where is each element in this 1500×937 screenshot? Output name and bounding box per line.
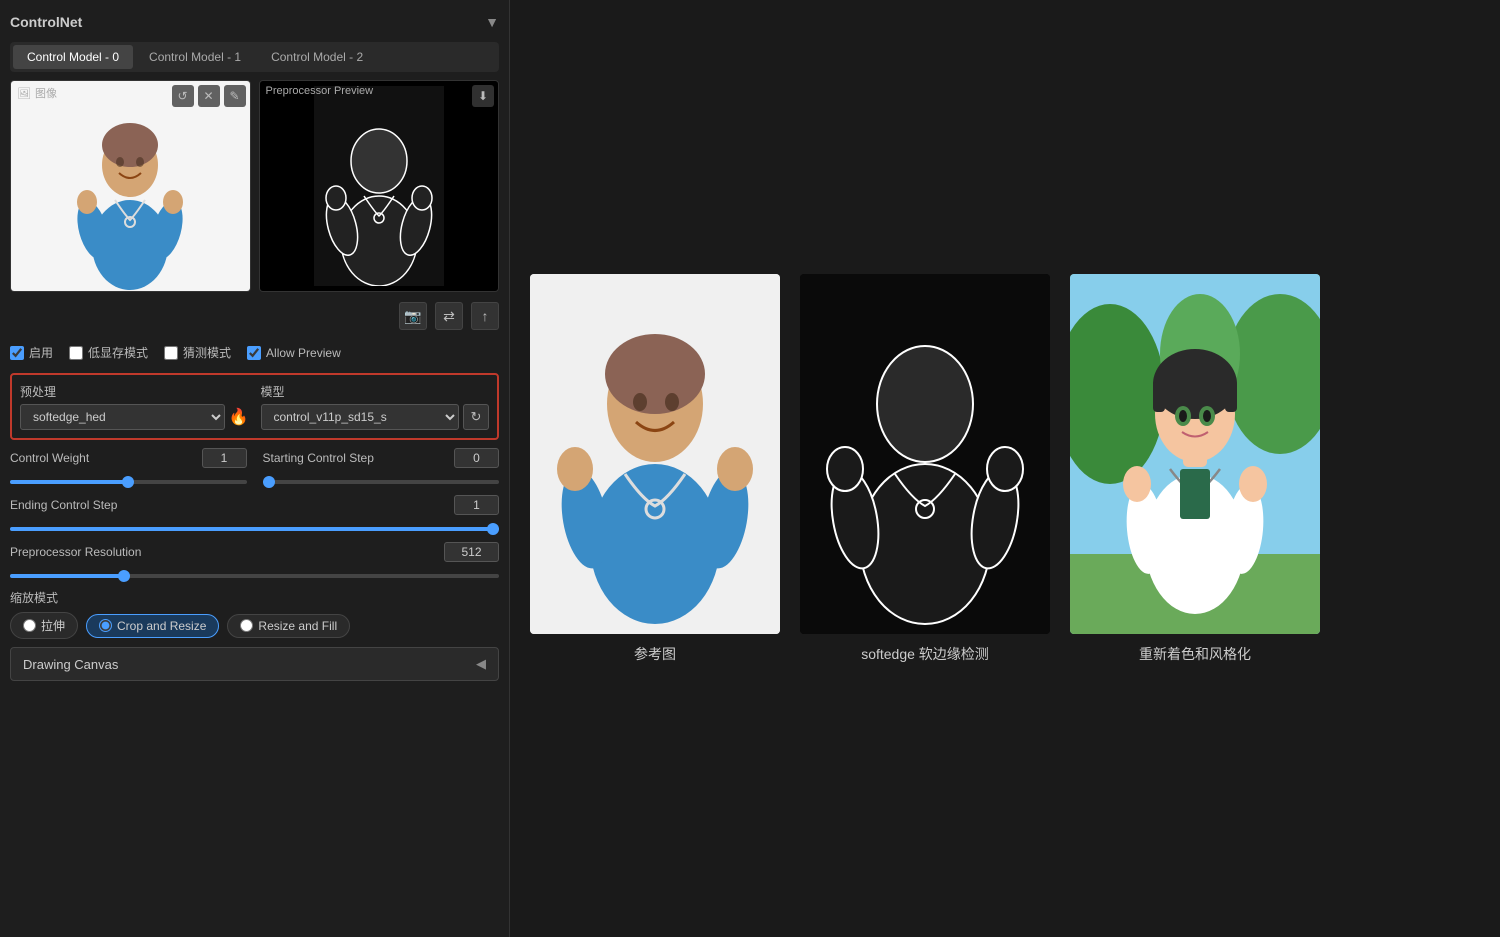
control-weight-slider[interactable]	[10, 480, 247, 484]
drawing-canvas-arrow: ◀	[476, 656, 486, 672]
result-ref-img	[530, 274, 780, 634]
download-preview-btn[interactable]: ⬇	[472, 85, 494, 107]
result-edge-item: softedge 软边缘检测	[800, 274, 1050, 664]
radio-resize-fill-label: Resize and Fill	[258, 619, 337, 633]
checkbox-row: 启用 低显存模式 猜测模式 Allow Preview	[10, 340, 499, 365]
preprocessor-col: 预处理 softedge_hed 🔥	[20, 383, 249, 430]
panel-title: ControlNet	[10, 14, 82, 30]
radio-stretch[interactable]: 拉伸	[10, 612, 78, 639]
preprocessor-select-row: softedge_hed 🔥	[20, 404, 249, 430]
starting-step-input[interactable]	[454, 448, 499, 468]
preprocessor-res-label: Preprocessor Resolution	[10, 545, 141, 559]
guess-mode-checkbox[interactable]	[164, 346, 178, 360]
radio-stretch-input[interactable]	[23, 619, 36, 632]
tab-control-model-2[interactable]: Control Model - 2	[257, 45, 377, 69]
edge-figure-svg	[314, 86, 444, 286]
control-weight-group: Control Weight	[10, 448, 247, 487]
drawing-canvas-row[interactable]: Drawing Canvas ◀	[10, 647, 499, 681]
result-edge-img	[800, 274, 1050, 634]
upload-btn[interactable]: ↑	[471, 302, 499, 330]
guess-mode-checkbox-item[interactable]: 猜测模式	[164, 344, 231, 361]
result-edge-svg	[800, 274, 1050, 634]
result-styled-img	[1070, 274, 1320, 634]
low-mem-label: 低显存模式	[88, 344, 148, 361]
edge-preview-image	[260, 81, 499, 291]
result-ref-label: 参考图	[634, 644, 676, 664]
image-icon: 🖼	[17, 87, 31, 100]
action-buttons-row: 📷 ⇄ ↑	[10, 300, 499, 332]
result-edge-label: softedge 软边缘检测	[861, 644, 989, 664]
tabs-row: Control Model - 0 Control Model - 1 Cont…	[10, 42, 499, 72]
right-panel: 参考图 softedge 软边缘检测	[510, 0, 1500, 937]
enable-checkbox-item[interactable]: 启用	[10, 344, 53, 361]
result-styled-svg	[1070, 274, 1320, 634]
radio-crop-resize-label: Crop and Resize	[117, 619, 206, 633]
scale-mode-section: 缩放模式 拉伸 Crop and Resize Resize and Fill	[10, 589, 499, 639]
starting-step-label: Starting Control Step	[263, 451, 374, 465]
model-section: 预处理 softedge_hed 🔥 模型 control_v11p_sd15_…	[10, 373, 499, 440]
guess-mode-label: 猜测模式	[183, 344, 231, 361]
radio-resize-fill-input[interactable]	[240, 619, 253, 632]
preprocessor-res-input[interactable]	[444, 542, 499, 562]
model-row: 预处理 softedge_hed 🔥 模型 control_v11p_sd15_…	[20, 383, 489, 430]
input-image-label: 🖼 图像	[17, 85, 57, 101]
starting-step-slider[interactable]	[263, 480, 500, 484]
edit-image-btn[interactable]: ✎	[224, 85, 246, 107]
low-mem-checkbox-item[interactable]: 低显存模式	[69, 344, 148, 361]
close-image-btn[interactable]: ✕	[198, 85, 220, 107]
control-weight-label: Control Weight	[10, 451, 89, 465]
ending-step-label: Ending Control Step	[10, 498, 117, 512]
preprocessor-res-group: Preprocessor Resolution	[10, 542, 499, 581]
preprocessor-res-slider[interactable]	[10, 574, 499, 578]
input-image-controls: ↺ ✕ ✎	[172, 85, 246, 107]
panel-collapse-arrow[interactable]: ▼	[485, 14, 499, 30]
result-ref-svg	[530, 274, 780, 634]
images-row: 🖼 图像 ↺ ✕ ✎	[10, 80, 499, 292]
drawing-canvas-label: Drawing Canvas	[23, 657, 118, 672]
nurse-figure-svg	[65, 90, 195, 290]
low-mem-checkbox[interactable]	[69, 346, 83, 360]
scale-mode-label: 缩放模式	[10, 589, 499, 606]
ending-step-group: Ending Control Step	[10, 495, 499, 534]
model-select[interactable]: control_v11p_sd15_s	[261, 404, 460, 430]
panel-header: ControlNet ▼	[10, 10, 499, 34]
swap-btn[interactable]: ⇄	[435, 302, 463, 330]
ending-step-slider[interactable]	[10, 527, 499, 531]
radio-row: 拉伸 Crop and Resize Resize and Fill	[10, 612, 499, 639]
fire-button[interactable]: 🔥	[229, 407, 249, 427]
allow-preview-checkbox[interactable]	[247, 346, 261, 360]
left-panel: ControlNet ▼ Control Model - 0 Control M…	[0, 0, 510, 937]
tab-control-model-1[interactable]: Control Model - 1	[135, 45, 255, 69]
ending-step-input[interactable]	[454, 495, 499, 515]
preprocessor-label: Preprocessor Preview	[266, 85, 374, 97]
result-ref-item: 参考图	[530, 274, 780, 664]
starting-step-group: Starting Control Step	[263, 448, 500, 487]
enable-label: 启用	[29, 344, 53, 361]
allow-preview-label: Allow Preview	[266, 346, 341, 360]
input-image-box[interactable]: 🖼 图像 ↺ ✕ ✎	[10, 80, 251, 292]
enable-checkbox[interactable]	[10, 346, 24, 360]
results-row: 参考图 softedge 软边缘检测	[530, 274, 1320, 664]
refresh-image-btn[interactable]: ↺	[172, 85, 194, 107]
camera-btn[interactable]: 📷	[399, 302, 427, 330]
model-refresh-btn[interactable]: ↻	[463, 404, 489, 430]
model-col-label: 模型	[261, 383, 490, 400]
preprocessor-select[interactable]: softedge_hed	[20, 404, 225, 430]
preprocessor-controls: ⬇	[472, 85, 494, 107]
radio-stretch-label: 拉伸	[41, 617, 65, 634]
result-styled-label: 重新着色和风格化	[1139, 644, 1251, 664]
radio-crop-resize-input[interactable]	[99, 619, 112, 632]
tab-control-model-0[interactable]: Control Model - 0	[13, 45, 133, 69]
radio-resize-fill[interactable]: Resize and Fill	[227, 614, 350, 638]
nurse-image	[11, 81, 250, 291]
control-weight-input[interactable]	[202, 448, 247, 468]
model-col: 模型 control_v11p_sd15_s ↻	[261, 383, 490, 430]
result-styled-item: 重新着色和风格化	[1070, 274, 1320, 664]
allow-preview-checkbox-item[interactable]: Allow Preview	[247, 346, 341, 360]
model-select-row: control_v11p_sd15_s ↻	[261, 404, 490, 430]
preprocessor-preview-box[interactable]: Preprocessor Preview ⬇	[259, 80, 500, 292]
preprocessor-col-label: 预处理	[20, 383, 249, 400]
radio-crop-resize[interactable]: Crop and Resize	[86, 614, 219, 638]
sliders-top-row: Control Weight Starting Control Step	[10, 448, 499, 487]
